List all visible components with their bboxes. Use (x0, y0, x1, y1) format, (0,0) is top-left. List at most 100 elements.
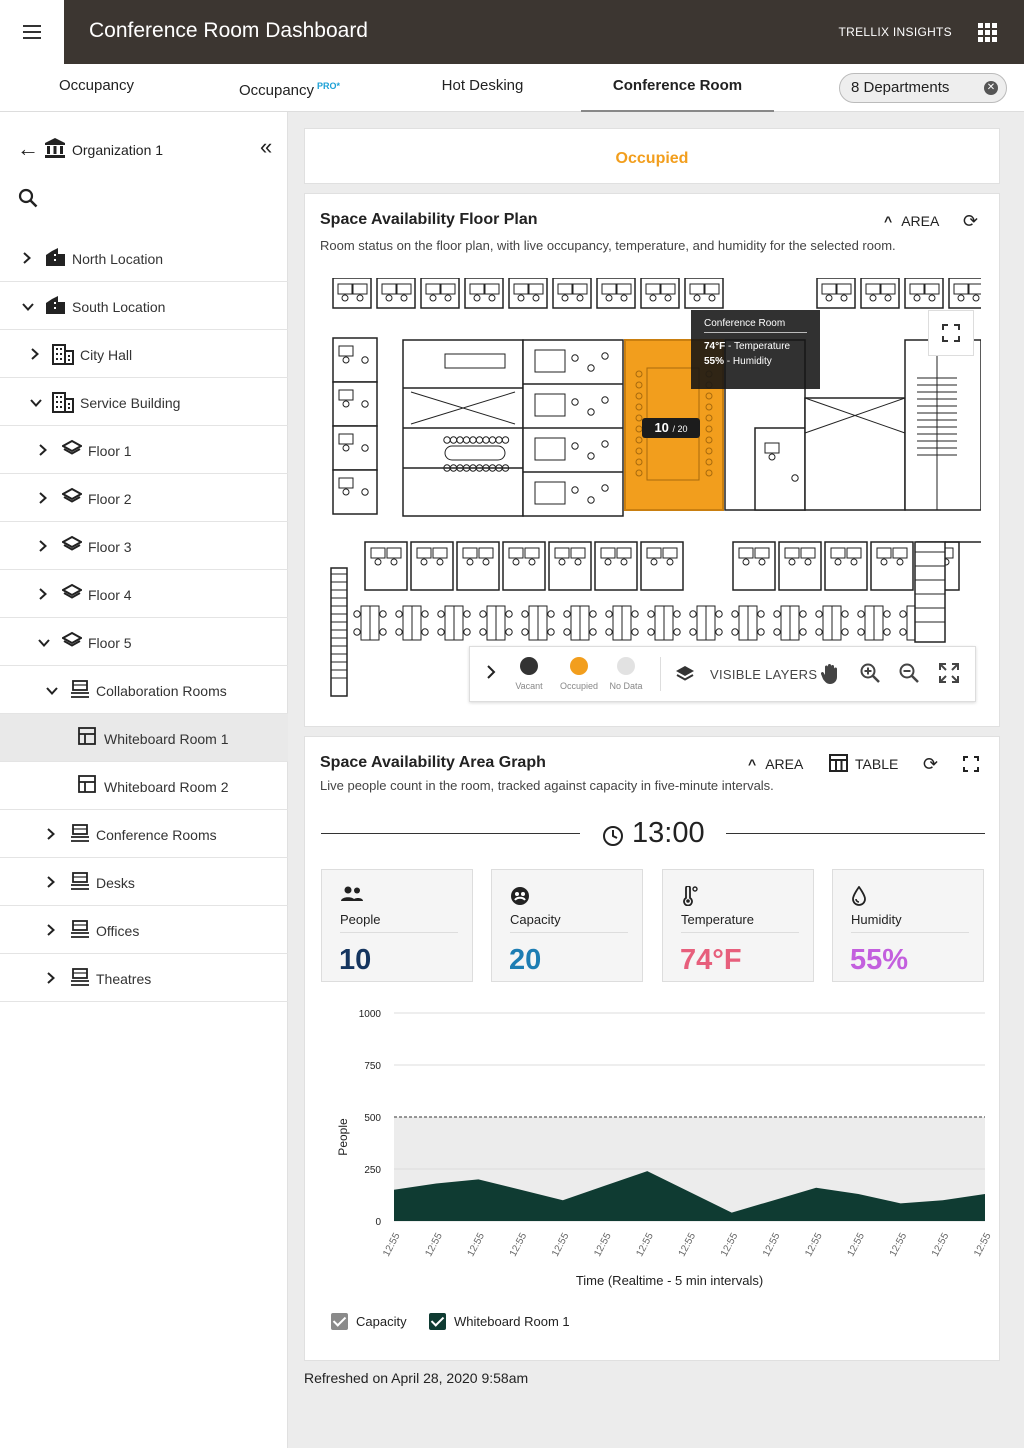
chair (731, 610, 739, 618)
collapse-sidebar-icon[interactable]: « (260, 136, 272, 158)
hamburger-menu-button[interactable] (0, 0, 64, 64)
occupancy-status-card: Occupied (304, 128, 1000, 184)
tree-item-floor-3[interactable]: Floor 3 (0, 522, 288, 570)
office-room (332, 469, 378, 515)
y-tick-label: 500 (364, 1113, 381, 1124)
back-arrow-icon[interactable]: ← (17, 138, 39, 160)
chevron-right-icon[interactable] (46, 875, 56, 888)
chevron-down-icon[interactable] (38, 635, 50, 647)
tree-item-floor-1[interactable]: Floor 1 (0, 426, 288, 474)
table-view-button[interactable]: TABLE (829, 754, 898, 772)
brand-name: TRELLIX INSIGHTS (838, 25, 952, 39)
tree-item-floor-5[interactable]: Floor 5 (0, 618, 288, 666)
people-area-chart: 0 250 500 750 1000 12:55 12:55 12:55 12:55 12:55 1… (336, 1009, 994, 1288)
department-filter-chip[interactable]: 8 Departments ✕ (839, 73, 1007, 103)
location-tree: North Location South Location City Hall Ser… (0, 234, 288, 1002)
x-tick-label: 12:55 (550, 1231, 572, 1259)
apps-grid-icon[interactable] (978, 23, 997, 42)
floor-plan-refresh-icon[interactable]: ⟳ (963, 212, 978, 230)
tree-item-offices[interactable]: Offices (0, 906, 288, 954)
area-graph-title: Space Availability Area Graph (320, 754, 546, 771)
chevron-right-icon[interactable] (46, 923, 56, 936)
tree-item-label: Theatres (96, 971, 152, 987)
legend-label: Capacity (356, 1314, 407, 1329)
chair (505, 610, 513, 618)
tree-item-service-building[interactable]: Service Building (0, 378, 288, 426)
area-graph-area-toggle[interactable]: AREA (748, 756, 803, 772)
chevron-down-icon[interactable] (22, 299, 34, 311)
chevron-right-icon[interactable] (30, 347, 40, 360)
tree-item-whiteboard-room-2[interactable]: Whiteboard Room 2 (0, 762, 288, 810)
chevron-right-icon[interactable] (38, 443, 48, 456)
zoom-in-icon[interactable] (859, 662, 881, 689)
x-tick-label: 12:55 (846, 1231, 868, 1259)
occupancy-status: Occupied (615, 150, 689, 167)
floor-plan-subtitle: Room status on the floor plan, with live… (320, 238, 896, 253)
area-graph-refresh-icon[interactable]: ⟳ (923, 755, 938, 773)
map-fullscreen-button[interactable] (928, 310, 974, 356)
tree-item-label: Desks (96, 875, 135, 891)
tree-item-collaboration-rooms[interactable]: Collaboration Rooms (0, 666, 288, 714)
x-tick-label: 12:55 (381, 1231, 403, 1259)
tree-item-south-location[interactable]: South Location (0, 282, 288, 330)
tree-item-floor-4[interactable]: Floor 4 (0, 570, 288, 618)
chevron-right-icon[interactable] (46, 827, 56, 840)
x-tick-label: 12:55 (803, 1231, 825, 1259)
tab-occupancy-pro[interactable]: Occupancy PRO* (193, 64, 386, 112)
chevron-right-icon[interactable] (38, 587, 48, 600)
floor-plan-map[interactable] (325, 278, 981, 706)
chair (689, 628, 697, 636)
tree-item-label: Service Building (80, 395, 181, 411)
pan-hand-icon[interactable] (820, 663, 840, 690)
tree-item-north-location[interactable]: North Location (0, 234, 288, 282)
tree-item-theatres[interactable]: Theatres (0, 954, 288, 1002)
chevron-down-icon[interactable] (46, 683, 58, 695)
search-icon[interactable] (18, 188, 38, 213)
floor-layers-icon (60, 535, 84, 558)
chevron-right-icon[interactable] (22, 251, 32, 264)
tree-item-whiteboard-room-1[interactable]: Whiteboard Room 1 (0, 714, 288, 762)
office-room (754, 427, 806, 511)
chevron-right-icon[interactable] (46, 971, 56, 984)
chevron-right-icon[interactable] (38, 539, 48, 552)
institution-icon (44, 137, 66, 164)
x-tick-label: 12:55 (466, 1231, 488, 1259)
tab-conference-room[interactable]: Conference Room (581, 64, 774, 112)
tree-item-label: Collaboration Rooms (96, 683, 227, 699)
chevron-right-icon[interactable] (38, 491, 48, 504)
chair (799, 628, 807, 636)
area-graph-subtitle: Live people count in the room, tracked a… (320, 778, 774, 793)
chair (437, 628, 445, 636)
office-room (332, 381, 378, 427)
tab-occupancy[interactable]: Occupancy (0, 64, 193, 112)
legend-checkbox[interactable] (331, 1313, 348, 1330)
floor-plan-area-toggle[interactable]: AREA (884, 213, 939, 229)
x-tick-label: 12:55 (761, 1231, 783, 1259)
chair (631, 628, 639, 636)
chair (379, 628, 387, 636)
tree-item-label: South Location (72, 299, 166, 315)
area-graph-fullscreen-icon[interactable] (962, 755, 980, 778)
visible-layers-label[interactable]: VISIBLE LAYERS (710, 667, 817, 682)
chair (547, 610, 555, 618)
tab-hot-desking[interactable]: Hot Desking (386, 64, 579, 112)
tooltip-humidity: 55% - Humidity (704, 356, 772, 367)
chair (689, 610, 697, 618)
layers-icon[interactable] (675, 664, 695, 689)
zoom-out-icon[interactable] (898, 662, 920, 689)
tree-item-desks[interactable]: Desks (0, 858, 288, 906)
room-tooltip: Conference Room 74°F - Temperature 55% -… (691, 310, 820, 389)
clear-filter-icon[interactable]: ✕ (984, 81, 998, 95)
fit-to-screen-icon[interactable] (938, 662, 960, 689)
tree-item-city-hall[interactable]: City Hall (0, 330, 288, 378)
room-group-icon (70, 871, 90, 896)
chevron-down-icon[interactable] (30, 395, 42, 407)
current-time: 13:00 (602, 817, 705, 850)
legend-checkbox[interactable] (429, 1313, 446, 1330)
tree-item-conference-rooms[interactable]: Conference Rooms (0, 810, 288, 858)
tree-item-floor-2[interactable]: Floor 2 (0, 474, 288, 522)
expand-legend-chevron-icon[interactable] (486, 665, 496, 684)
chair (757, 610, 765, 618)
chair (463, 610, 471, 618)
chair (899, 628, 907, 636)
